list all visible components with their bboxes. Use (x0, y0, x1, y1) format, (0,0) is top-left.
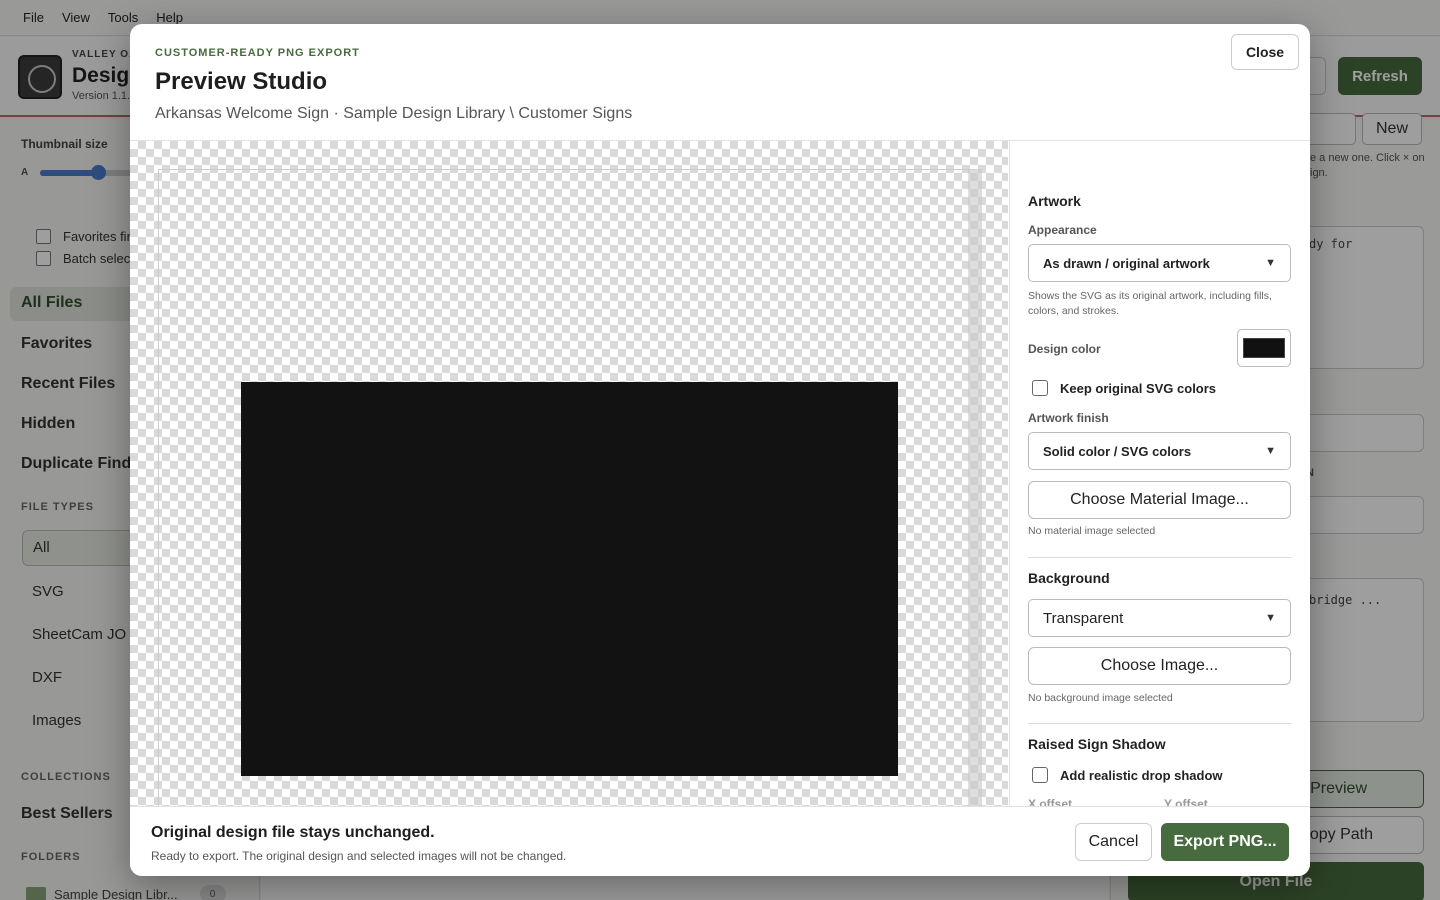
background-select[interactable]: Transparent ▼ (1028, 599, 1291, 637)
chevron-down-icon: ▼ (1265, 612, 1276, 624)
artwork-finish-select[interactable]: Solid color / SVG colors ▼ (1028, 432, 1291, 470)
color-swatch (1243, 338, 1285, 358)
y-offset-label: Y offset (1164, 797, 1208, 806)
chevron-down-icon: ▼ (1265, 445, 1276, 457)
choose-background-image-button[interactable]: Choose Image... (1028, 647, 1291, 685)
export-png-button[interactable]: Export PNG... (1161, 823, 1289, 861)
design-color-label: Design color (1028, 342, 1101, 356)
background-heading: Background (1028, 570, 1110, 586)
material-hint: No material image selected (1028, 525, 1156, 537)
footer-status: Ready to export. The original design and… (151, 849, 567, 863)
preview-studio-dialog: CUSTOMER-READY PNG EXPORT Preview Studio… (130, 24, 1310, 876)
footer-title: Original design file stays unchanged. (151, 824, 435, 841)
shadow-heading: Raised Sign Shadow (1028, 736, 1166, 752)
drop-shadow-checkbox[interactable]: Add realistic drop shadow (1032, 767, 1223, 783)
design-color-picker[interactable] (1237, 329, 1291, 367)
section-divider (1028, 557, 1291, 558)
keep-original-colors-checkbox[interactable]: Keep original SVG colors (1032, 380, 1216, 396)
preview-canvas[interactable] (130, 141, 1008, 829)
close-button[interactable]: Close (1231, 34, 1299, 70)
background-hint: No background image selected (1028, 692, 1173, 704)
artwork-heading: Artwork (1028, 193, 1081, 209)
dialog-eyebrow: CUSTOMER-READY PNG EXPORT (155, 47, 360, 59)
section-divider (1028, 723, 1291, 724)
appearance-select[interactable]: As drawn / original artwork ▼ (1028, 244, 1291, 282)
chevron-down-icon: ▼ (1265, 257, 1276, 269)
dialog-footer: Original design file stays unchanged. Re… (130, 806, 1310, 876)
dialog-subtitle: Arkansas Welcome Sign · Sample Design Li… (155, 105, 633, 122)
artwork-finish-label: Artwork finish (1028, 411, 1109, 425)
checkbox-label: Keep original SVG colors (1060, 380, 1217, 396)
finish-value: Solid color / SVG colors (1043, 443, 1192, 459)
background-value: Transparent (1043, 609, 1124, 627)
cancel-button[interactable]: Cancel (1075, 823, 1152, 861)
appearance-label: Appearance (1028, 223, 1097, 237)
artwork-preview (241, 382, 898, 776)
appearance-hint: Shows the SVG as its original artwork, i… (1028, 290, 1272, 317)
checkbox-box[interactable] (1032, 380, 1048, 396)
checkbox-box[interactable] (1032, 767, 1048, 783)
export-settings-panel[interactable]: Artwork Appearance As drawn / original a… (1009, 141, 1310, 806)
checkbox-label: Add realistic drop shadow (1060, 767, 1223, 783)
dialog-title: Preview Studio (155, 68, 328, 95)
choose-material-image-button[interactable]: Choose Material Image... (1028, 481, 1291, 519)
x-offset-label: X offset (1028, 797, 1073, 806)
appearance-value: As drawn / original artwork (1043, 255, 1210, 271)
